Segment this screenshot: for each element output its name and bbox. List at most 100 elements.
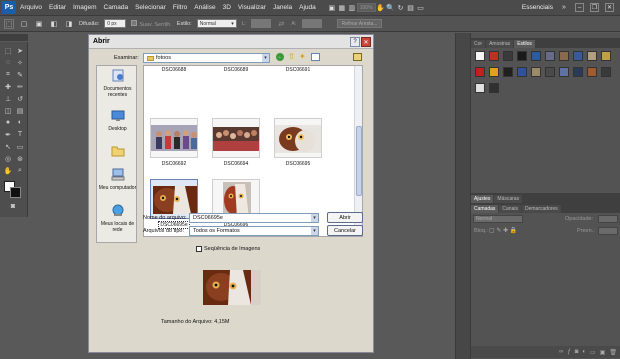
menu-editar[interactable]: Editar bbox=[49, 4, 66, 11]
style-swatch[interactable] bbox=[573, 67, 583, 77]
minimize-icon[interactable]: – bbox=[575, 3, 584, 12]
diffusion-input[interactable]: 0 px bbox=[104, 19, 127, 28]
style-swatch[interactable] bbox=[601, 67, 611, 77]
menu-selecionar[interactable]: Selecionar bbox=[135, 4, 166, 11]
file-label[interactable]: DSC06691 bbox=[274, 67, 322, 73]
width-input[interactable] bbox=[251, 19, 272, 28]
healing-brush-icon[interactable]: ✚ bbox=[3, 82, 13, 91]
intersect-selection-icon[interactable]: ◨ bbox=[64, 19, 74, 29]
adobe-dialog-icon[interactable] bbox=[353, 53, 362, 61]
lock-icons[interactable]: ▢ ✎ ✚ 🔒 bbox=[489, 227, 517, 234]
style-swatch[interactable] bbox=[587, 67, 597, 77]
add-selection-icon[interactable]: ▣ bbox=[34, 19, 44, 29]
crop-icon[interactable]: ⌗ bbox=[3, 70, 13, 79]
cancel-button[interactable]: Cancelar bbox=[327, 225, 363, 236]
magic-wand-icon[interactable]: ✧ bbox=[15, 58, 25, 67]
trash-icon[interactable]: 🗑 bbox=[609, 349, 617, 356]
style-swatch[interactable] bbox=[489, 67, 499, 77]
background-color-swatch[interactable] bbox=[10, 187, 21, 198]
file-label[interactable]: DSC06689 bbox=[212, 67, 260, 73]
style-swatch[interactable] bbox=[475, 51, 485, 61]
style-swatch[interactable] bbox=[587, 51, 597, 61]
fx-icon[interactable]: ƒ bbox=[567, 349, 570, 355]
menu-ajuda[interactable]: Ajuda bbox=[299, 4, 316, 11]
place-network[interactable]: Meus locais de rede bbox=[97, 204, 138, 233]
style-swatch[interactable] bbox=[489, 51, 499, 61]
file-label[interactable]: DSC06694 bbox=[212, 161, 260, 167]
workspace-switcher[interactable]: Essenciais bbox=[522, 4, 553, 11]
eraser-icon[interactable]: ◫ bbox=[3, 106, 13, 115]
style-swatch[interactable] bbox=[559, 67, 569, 77]
file-label[interactable]: DSC06688 bbox=[150, 67, 198, 73]
style-swatch[interactable] bbox=[545, 51, 555, 61]
style-swatch[interactable] bbox=[517, 67, 527, 77]
blend-mode-select[interactable]: Normal bbox=[473, 215, 523, 223]
swap-icon[interactable]: ⇄ bbox=[276, 19, 286, 29]
screen-mode-icon[interactable]: ▭ bbox=[416, 3, 426, 13]
opacity-input[interactable] bbox=[598, 215, 618, 223]
style-swatch[interactable] bbox=[559, 51, 569, 61]
tab-mascaras[interactable]: Máscaras bbox=[494, 195, 523, 203]
style-swatch[interactable] bbox=[573, 51, 583, 61]
style-swatch[interactable] bbox=[517, 51, 527, 61]
height-input[interactable] bbox=[301, 19, 322, 28]
refine-edge-button[interactable]: Refinar Aresta... bbox=[336, 19, 383, 28]
place-my-computer[interactable]: Meu computador bbox=[97, 168, 138, 191]
file-thumbnail[interactable] bbox=[274, 118, 322, 158]
hand-tool-icon[interactable]: ✋ bbox=[3, 166, 13, 175]
marquee-tool-preset-icon[interactable]: ⬚ bbox=[4, 18, 14, 29]
style-swatch[interactable] bbox=[531, 67, 541, 77]
eyedropper-icon[interactable]: ✎ bbox=[15, 70, 25, 79]
file-label[interactable]: DSC06692 bbox=[150, 161, 198, 167]
restore-icon[interactable]: ❐ bbox=[590, 3, 599, 12]
dodge-icon[interactable]: ◐ bbox=[15, 118, 25, 127]
arrange-documents-icon[interactable]: ▤ bbox=[406, 3, 416, 13]
adjustment-icon[interactable]: ◐ bbox=[582, 349, 586, 355]
style-swatch[interactable] bbox=[531, 51, 541, 61]
menu-filtro[interactable]: Filtro bbox=[173, 4, 187, 11]
image-sequence-checkbox[interactable]: Seqüência de Imagens bbox=[196, 246, 260, 252]
style-swatch[interactable] bbox=[503, 51, 513, 61]
tab-estilos[interactable]: Estilos bbox=[514, 40, 535, 48]
quick-mask-icon[interactable]: ◙ bbox=[8, 202, 18, 211]
new-selection-icon[interactable]: ▢ bbox=[19, 19, 29, 29]
menu-janela[interactable]: Janela bbox=[273, 4, 292, 11]
gradient-icon[interactable]: ▤ bbox=[15, 106, 25, 115]
type-icon[interactable]: T bbox=[15, 130, 25, 139]
chevron-right-icon[interactable]: » bbox=[559, 3, 569, 13]
hand-icon[interactable]: ✋ bbox=[376, 3, 386, 13]
brush-icon[interactable]: ✏ bbox=[15, 82, 25, 91]
fill-input[interactable] bbox=[598, 227, 618, 235]
open-button[interactable]: Abrir bbox=[327, 212, 363, 223]
3d-orbit-icon[interactable]: ⊛ bbox=[15, 154, 25, 163]
file-thumbnail[interactable] bbox=[150, 118, 198, 158]
tab-canais[interactable]: Canais bbox=[499, 205, 521, 213]
help-icon[interactable]: ? bbox=[350, 37, 360, 47]
folder-icon[interactable]: ▭ bbox=[590, 349, 596, 356]
style-swatch[interactable] bbox=[545, 67, 555, 77]
back-icon[interactable]: ← bbox=[276, 53, 284, 61]
move-icon[interactable]: ➤ bbox=[15, 46, 25, 55]
layout-icon[interactable]: ▥ bbox=[347, 3, 357, 13]
menu-camada[interactable]: Camada bbox=[104, 4, 129, 11]
style-swatch[interactable] bbox=[601, 51, 611, 61]
marquee-icon[interactable]: ⬚ bbox=[3, 46, 13, 55]
place-recent-documents[interactable]: Documentos recentes bbox=[97, 69, 138, 98]
filename-input[interactable]: DSC06695e ▾ bbox=[189, 213, 319, 223]
menu-3d[interactable]: 3D bbox=[223, 4, 231, 11]
rotate-view-icon[interactable]: ↻ bbox=[396, 3, 406, 13]
zoom-level[interactable]: 100% bbox=[356, 3, 376, 12]
mini-bridge-icon[interactable]: ▦ bbox=[337, 3, 347, 13]
menu-arquivo[interactable]: Arquivo bbox=[20, 4, 42, 11]
lasso-icon[interactable]: ◌ bbox=[3, 58, 13, 67]
bridge-icon[interactable]: ▣ bbox=[327, 3, 337, 13]
tab-amostras[interactable]: Amostras bbox=[486, 40, 514, 48]
place-my-documents[interactable] bbox=[97, 144, 138, 161]
zoom-icon[interactable]: 🔍 bbox=[386, 3, 396, 13]
style-swatch[interactable] bbox=[489, 83, 499, 93]
style-swatch[interactable] bbox=[475, 83, 485, 93]
link-icon[interactable]: ∞ bbox=[559, 349, 563, 355]
file-list-scrollbar[interactable] bbox=[354, 66, 362, 236]
file-thumbnail[interactable] bbox=[212, 118, 260, 158]
pen-icon[interactable]: ✒ bbox=[3, 130, 13, 139]
